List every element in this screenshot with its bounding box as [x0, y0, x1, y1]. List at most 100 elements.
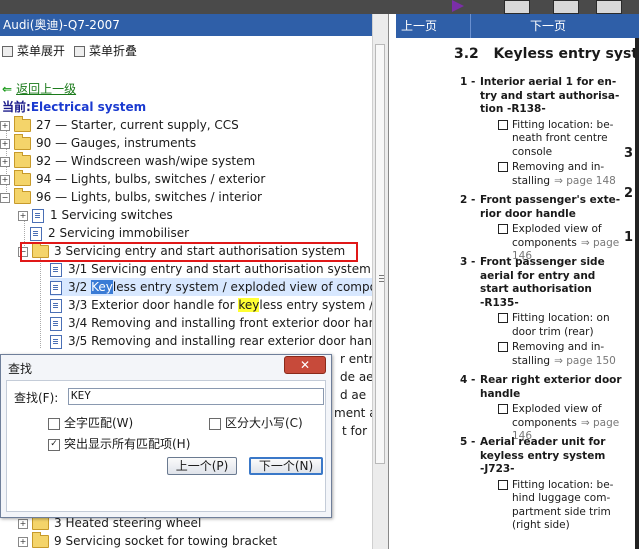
- next-button[interactable]: 下一个(N): [249, 457, 323, 475]
- tree-node-servicing-switches[interactable]: +1 Servicing switches: [18, 206, 173, 224]
- scrollbar-thumb[interactable]: [375, 44, 385, 464]
- tree-node-94[interactable]: +94 — Lights, bulbs, switches / exterior: [0, 170, 265, 188]
- item-number: 4 -: [460, 374, 476, 386]
- checkbox-box[interactable]: [48, 417, 60, 430]
- folder-icon: [32, 532, 49, 548]
- detail-line: (right side): [512, 519, 570, 531]
- expand-toggle[interactable]: +: [18, 210, 28, 221]
- item-detail: Fitting location: be-hind luggage com-pa…: [498, 479, 613, 533]
- menu-expand[interactable]: 菜单展开: [2, 42, 65, 59]
- collapse-toggle[interactable]: −: [0, 192, 10, 203]
- item-title: Aerial reader unit for keyless entry syst…: [480, 436, 605, 477]
- tree-node-servicing-immobiliser[interactable]: 2 Servicing immobiliser: [30, 224, 189, 242]
- checkbox-icon: [498, 162, 508, 172]
- document-icon: [50, 334, 62, 349]
- detail-line: Exploded view of: [512, 223, 602, 235]
- tree-node-90[interactable]: +90 — Gauges, instruments: [0, 134, 196, 152]
- expand-toggle[interactable]: +: [0, 174, 10, 185]
- document-icon: [50, 298, 62, 313]
- expand-toggle[interactable]: +: [0, 120, 10, 131]
- item-detail: Removing and in-stalling ⇒ page 148: [498, 161, 616, 188]
- back-link[interactable]: ⇐ 返回上一级: [2, 80, 76, 97]
- collapse-icon: [74, 46, 85, 57]
- folder-icon: [14, 116, 31, 132]
- tree-leaf-partial[interactable]: ment ai: [334, 404, 372, 422]
- expand-toggle[interactable]: +: [18, 536, 28, 547]
- item-title-line: keyless entry system: [480, 449, 606, 462]
- item-detail: Fitting location: be-neath front centre c…: [498, 119, 613, 160]
- folder-open-icon: [14, 188, 31, 204]
- document-icon: [30, 226, 42, 241]
- tree-leaf-3-2-selected[interactable]: 3/2 Keyless entry system / exploded view…: [50, 278, 372, 296]
- header-separator: [470, 14, 471, 38]
- tree-leaf-partial[interactable]: t fork: [342, 422, 372, 440]
- detail-line: components: [512, 416, 577, 429]
- detail-line: Fitting location: on: [512, 312, 610, 324]
- expand-toggle[interactable]: +: [0, 138, 10, 149]
- item-number: 1 -: [460, 76, 476, 88]
- folder-icon: [32, 514, 49, 530]
- folder-icon: [14, 170, 31, 186]
- close-icon[interactable]: ✕: [284, 356, 326, 374]
- item-title-line: Rear right exterior door: [480, 374, 622, 386]
- toolbar-button-1[interactable]: [504, 0, 530, 14]
- find-input[interactable]: KEY: [68, 388, 324, 405]
- toolbar-button-2[interactable]: [553, 0, 579, 14]
- item-detail: Removing and in-stalling ⇒ page 150: [498, 341, 616, 368]
- item-title: Front passenger's exte-rior door handle: [480, 194, 620, 221]
- item-title-line: -J723-: [480, 463, 515, 475]
- viewer-edge: [635, 38, 639, 549]
- prev-page-button[interactable]: 上一页: [401, 14, 437, 38]
- tree-leaf-3-3[interactable]: 3/3 Exterior door handle for keyless ent…: [50, 296, 372, 314]
- menu-collapse[interactable]: 菜单折叠: [74, 42, 137, 59]
- expand-toggle[interactable]: +: [18, 518, 28, 529]
- prev-button[interactable]: 上一个(P): [167, 457, 237, 475]
- checkbox-icon: [498, 119, 508, 130]
- tree-node-96[interactable]: −96 — Lights, bulbs, switches / interior: [0, 188, 262, 206]
- next-page-button[interactable]: 下一页: [530, 14, 566, 38]
- document-icon: [50, 280, 62, 295]
- item-detail: Fitting location: on door trim (rear): [498, 312, 610, 339]
- checkbox-icon: [498, 342, 508, 352]
- check-icon[interactable]: ✓: [48, 438, 60, 451]
- folder-icon: [14, 152, 31, 168]
- red-highlight-box: [20, 242, 358, 262]
- toolbar-button-3[interactable]: [596, 0, 622, 14]
- tree-node-27[interactable]: +27 — Starter, current supply, CCS: [0, 116, 239, 134]
- grip-icon: [379, 275, 384, 276]
- vertical-scrollbar[interactable]: [372, 14, 388, 549]
- detail-line: stalling: [512, 354, 551, 367]
- tree-leaf-3-5[interactable]: 3/5 Removing and installing rear exterio…: [50, 332, 372, 350]
- whole-word-checkbox[interactable]: 全字匹配(W): [48, 414, 133, 431]
- detail-line: partment side trim: [512, 505, 611, 518]
- item-title-line: Front passenger side: [480, 256, 605, 268]
- tree-leaf-3-4[interactable]: 3/4 Removing and installing front exteri…: [50, 314, 372, 332]
- page-reference-link[interactable]: ⇒ page 150: [554, 355, 616, 367]
- checkbox-box[interactable]: [209, 417, 221, 430]
- tree-leaf-3-1[interactable]: 3/1 Servicing entry and start authorisat…: [50, 260, 372, 278]
- play-icon[interactable]: [452, 0, 464, 12]
- item-title-line: rior door handle: [480, 207, 576, 220]
- search-match-highlight: key: [238, 298, 260, 312]
- item-title: Interior aerial 1 for en-try and start a…: [480, 76, 619, 117]
- detail-line: stalling: [512, 174, 551, 187]
- highlight-all-checkbox[interactable]: ✓ 突出显示所有匹配项(H): [48, 435, 190, 452]
- section-heading: 3.2 Keyless entry system: [454, 46, 639, 62]
- expand-toggle[interactable]: +: [0, 156, 10, 167]
- current-location: 当前:Electrical system: [2, 100, 147, 114]
- page-reference-link[interactable]: ⇒ page 148: [554, 175, 616, 187]
- tree-node-towing-socket[interactable]: +9 Servicing socket for towing bracket: [18, 532, 277, 549]
- detail-line: components: [512, 236, 577, 249]
- item-title: Rear right exterior door handle: [480, 374, 622, 401]
- tree-line: [40, 258, 41, 348]
- tree-node-92[interactable]: +92 — Windscreen wash/wipe system: [0, 152, 255, 170]
- dialog-title: 查找: [8, 362, 33, 376]
- document-icon: [32, 208, 44, 223]
- tree-leaf-partial[interactable]: de ae: [340, 368, 372, 386]
- item-title-line: Front passenger's exte-: [480, 194, 621, 206]
- tree-leaf-partial[interactable]: r entr: [340, 350, 372, 368]
- item-title-line: aerial for entry and: [480, 269, 596, 282]
- detail-line: door trim (rear): [512, 325, 594, 338]
- tree-leaf-partial[interactable]: d ae: [340, 386, 366, 404]
- case-sensitive-checkbox[interactable]: 区分大小写(C): [209, 414, 303, 431]
